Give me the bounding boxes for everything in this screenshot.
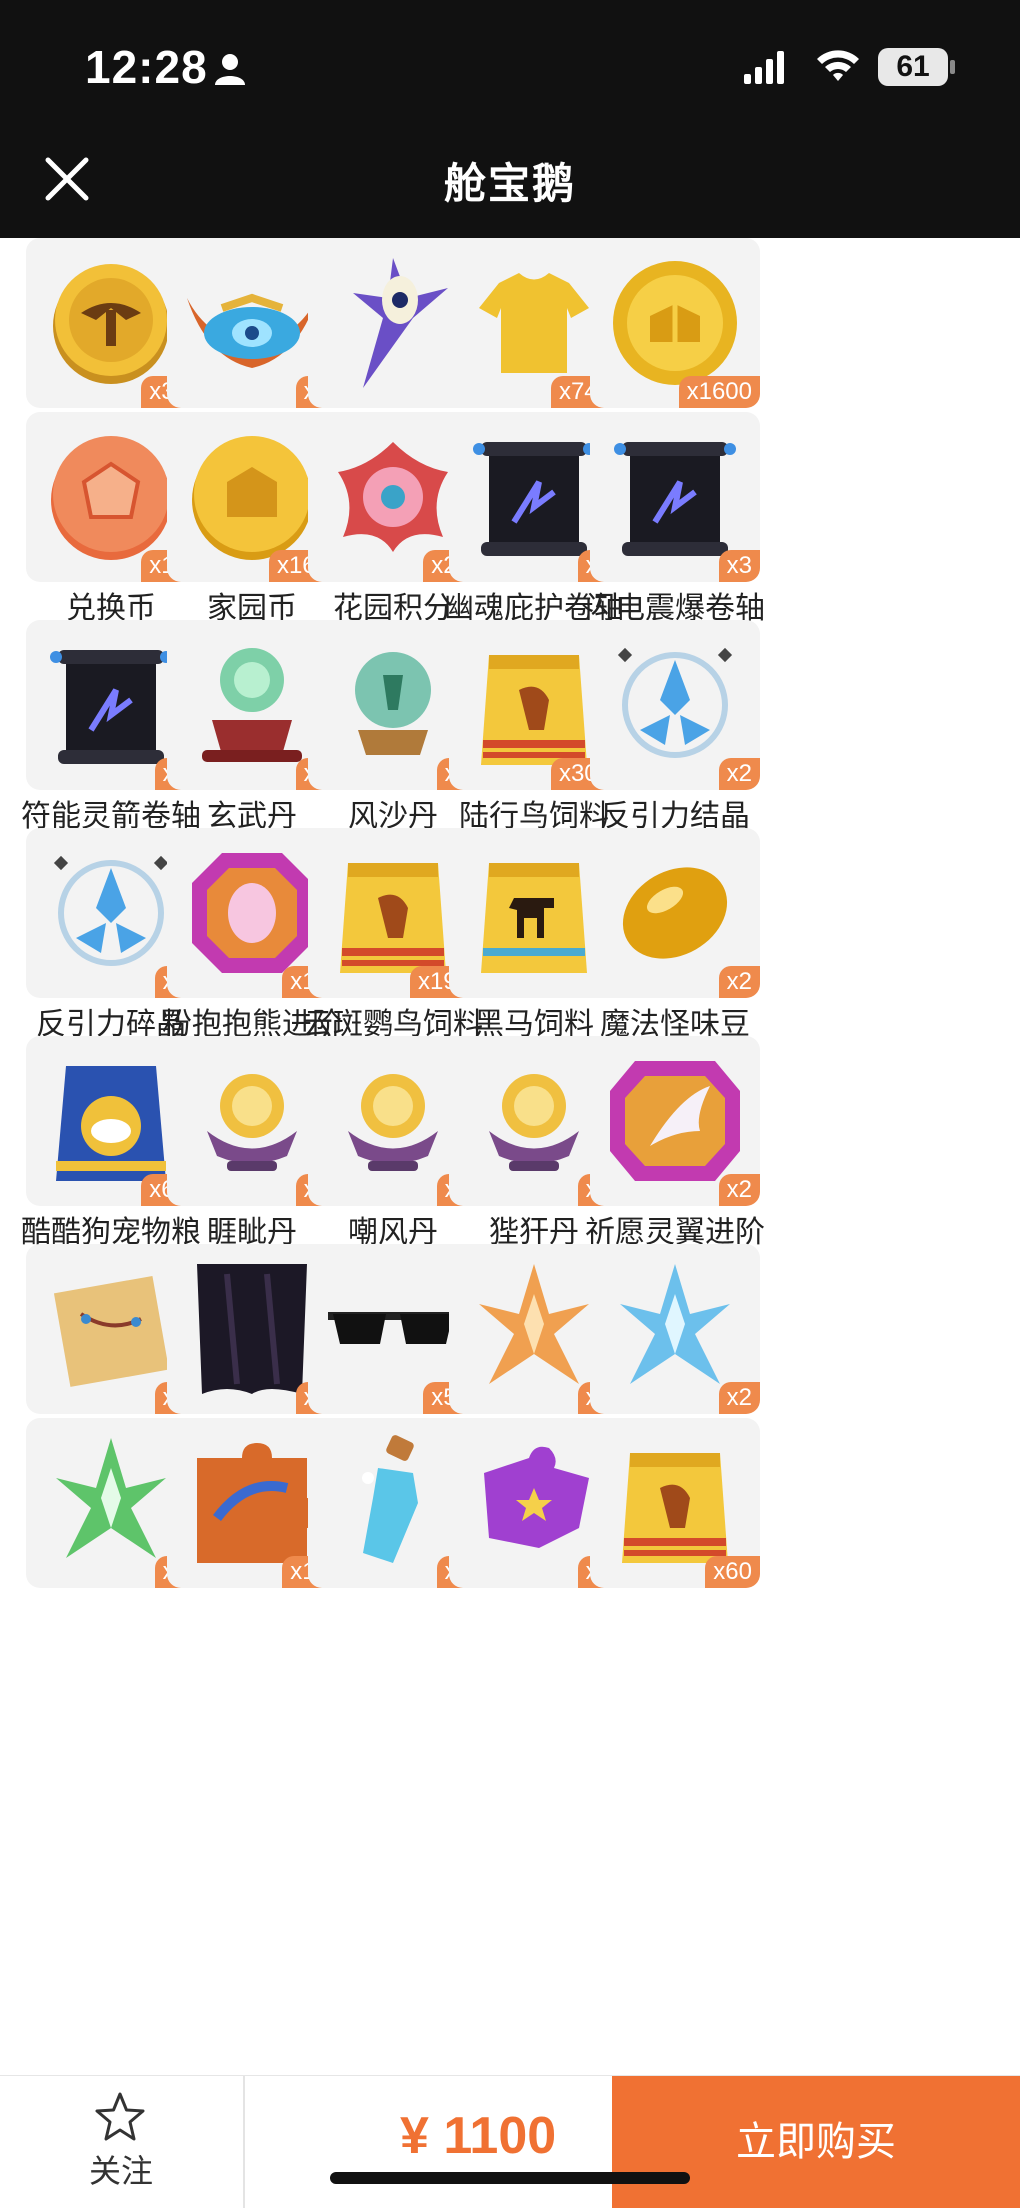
item-thumbnail: x2 xyxy=(590,1036,760,1206)
battery-cap xyxy=(950,60,955,74)
price: ¥ 1100 xyxy=(400,2107,557,2165)
item-thumbnail: x2 xyxy=(590,620,760,790)
grid-item[interactable]: x60 xyxy=(576,1418,774,1588)
quantity-badge: x60 xyxy=(705,1556,760,1588)
grid-item[interactable]: x2 魔法怪味豆 xyxy=(576,828,774,1048)
buy-now-button[interactable]: 立即购买 xyxy=(612,2076,1020,2208)
quantity-badge: x3 xyxy=(718,550,760,582)
item-grid: x30神权密印x5神权之眼星域信标x749霓裳碎片x1600乐园币x16兑换币x… xyxy=(0,238,1020,2078)
follow-label: 关注 xyxy=(88,2152,153,2190)
quantity-badge: x2 xyxy=(718,758,760,790)
home-indicator xyxy=(330,2172,690,2184)
item-thumbnail: x2 xyxy=(590,828,760,998)
status-time: 12:28 xyxy=(85,41,208,93)
follow-button[interactable]: 关注 xyxy=(0,2076,242,2208)
quantity-badge: x2 xyxy=(718,1382,760,1414)
item-thumbnail: x3 xyxy=(590,412,760,582)
page-title: 舱宝鹅 xyxy=(443,159,576,208)
item-thumbnail: x60 xyxy=(590,1418,760,1588)
divider xyxy=(243,2076,245,2208)
wifi-icon xyxy=(817,50,859,81)
grid-item[interactable]: x2 反引力结晶 xyxy=(576,620,774,840)
star-icon xyxy=(95,2092,145,2141)
item-thumbnail: x2 xyxy=(590,1244,760,1414)
person-icon xyxy=(215,54,245,85)
grid-item[interactable]: x3 闪电震爆卷轴 xyxy=(576,412,774,632)
bottom-bar: 关注 ¥ 1100 立即购买 xyxy=(0,2075,1020,2208)
quantity-badge: x2 xyxy=(718,966,760,998)
quantity-badge: x1600 xyxy=(678,376,760,408)
item-thumbnail: x1600 xyxy=(590,238,760,408)
signal-icon xyxy=(744,51,784,84)
top-bar: 12:28 61 舱宝鹅 xyxy=(0,0,1020,238)
battery-indicator: 61 xyxy=(878,48,948,86)
quantity-badge: x2 xyxy=(718,1174,760,1206)
